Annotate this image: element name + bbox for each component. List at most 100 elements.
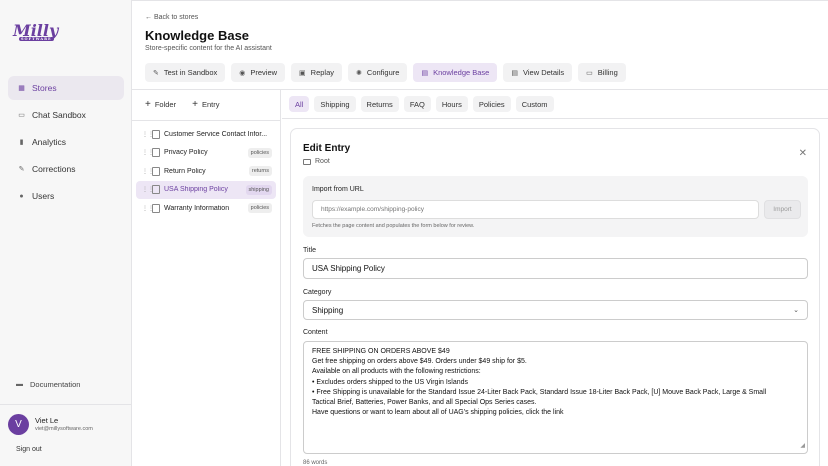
content-line: Available on all products with the follo… [312,368,481,376]
title-input[interactable]: USA Shipping Policy [303,258,808,279]
filter-shipping[interactable]: Shipping [314,96,356,112]
avatar[interactable]: V [8,414,29,435]
import-help-text: Fetches the page content and populates t… [312,223,475,229]
list-item[interactable]: ⋮⋮ Warranty Information policies [136,199,276,218]
button-label: Entry [201,100,220,109]
folder-icon [303,158,311,165]
filter-custom[interactable]: Custom [515,96,554,112]
sidebar-item-label: Corrections [32,164,76,174]
import-button[interactable]: Import [764,200,801,219]
category-badge: policies [247,203,272,214]
divider [282,118,828,119]
entry-title: Privacy Policy [164,149,208,157]
sidebar-item-stores[interactable]: ▦ Stores [8,76,124,100]
import-url-input[interactable] [312,200,759,219]
pencil-icon: ✎ [153,69,159,77]
documentation-link[interactable]: ▬ Documentation [16,380,80,389]
document-icon [152,166,160,176]
category-value: Shipping [312,305,344,315]
filter-returns[interactable]: Returns [360,96,399,112]
category-label: Category [303,289,332,296]
entry-title: USA Shipping Policy [164,186,228,194]
sidebar-item-analytics[interactable]: ▮ Analytics [8,130,124,154]
drag-handle-icon[interactable]: ⋮⋮ [142,149,154,156]
list-item[interactable]: ⋮⋮ USA Shipping Policy shipping [136,180,276,199]
add-folder-button[interactable]: + Folder [145,99,176,110]
chevron-down-icon: ⌄ [793,307,799,314]
configure-button[interactable]: ✺ Configure [348,63,408,82]
button-label: View Details [522,68,565,77]
document-icon [152,148,160,158]
content-line: Get free shipping on orders above $49. O… [312,358,527,366]
users-icon: ● [19,192,24,200]
sidebar-item-users[interactable]: ● Users [8,184,124,208]
document-icon [152,185,160,195]
knowledge-base-button[interactable]: ▤ Knowledge Base [413,63,498,82]
close-icon[interactable]: ✕ [799,148,807,159]
filter-hours[interactable]: Hours [435,96,468,112]
book-icon: ▤ [421,69,429,77]
user-name: Viet Le [35,416,59,425]
chat-icon: ▭ [18,112,25,119]
tree-actions: + Folder + Entry [145,99,219,110]
billing-button[interactable]: ▭ Billing [578,63,626,82]
category-filters: All Shipping Returns FAQ Hours Policies … [289,96,554,112]
back-to-stores-link[interactable]: ← Back to stores [145,14,198,21]
list-item[interactable]: ⋮⋮ Customer Service Contact Infor... [136,125,276,144]
gear-icon: ✺ [356,69,362,77]
drag-handle-icon[interactable]: ⋮⋮ [142,131,154,138]
sidebar-item-label: Analytics [32,137,67,147]
category-select[interactable]: Shipping ⌄ [303,300,808,320]
list-item[interactable]: ⋮⋮ Privacy Policy policies [136,144,276,163]
button-label: Knowledge Base [433,68,490,77]
entry-title: Return Policy [164,167,206,175]
page-title: Knowledge Base [145,28,250,43]
view-details-button[interactable]: ▤ View Details [503,63,573,82]
filter-policies[interactable]: Policies [472,96,511,112]
breadcrumb: Root [303,158,330,165]
drag-handle-icon[interactable]: ⋮⋮ [142,186,154,193]
store-icon: ▦ [18,85,25,92]
import-label: Import from URL [312,186,364,193]
milly-logo[interactable]: Milly SOFTWARE [13,21,58,41]
user-panel: V Viet Le viet@millysoftware.com Sign ou… [0,404,131,466]
import-from-url-panel: Import from URL Import Fetches the page … [303,176,808,237]
sidebar-item-chat-sandbox[interactable]: ▭ Chat Sandbox [8,103,124,127]
content-line: • Excludes orders shipped to the US Virg… [312,378,469,386]
page-subtitle: Store-specific content for the AI assist… [145,45,272,52]
button-label: Configure [366,68,400,77]
content-textarea[interactable]: FREE SHIPPING ON ORDERS ABOVE $49 Get fr… [303,341,808,454]
category-badge: returns [248,166,272,177]
sidebar-item-corrections[interactable]: ✎ Corrections [8,157,124,181]
store-toolbar: ✎ Test in Sandbox ◉ Preview ▣ Replay ✺ Confi… [145,63,626,82]
sign-out-link[interactable]: Sign out [16,446,42,453]
content-line: FREE SHIPPING ON ORDERS ABOVE $49 [312,348,450,355]
document-icon [152,203,160,213]
user-email: viet@millysoftware.com [35,426,93,432]
list-item[interactable]: ⋮⋮ Return Policy returns [136,162,276,181]
content-line: Tactical Brief, Batteries, Power Banks, … [312,399,537,407]
filter-all[interactable]: All [289,96,310,112]
content-line: Have questions or want to learn about al… [312,409,564,417]
replay-button[interactable]: ▣ Replay [291,63,343,82]
title-label: Title [303,247,316,254]
card-icon: ▭ [586,69,593,77]
plus-icon: + [192,99,198,110]
drag-handle-icon[interactable]: ⋮⋮ [142,205,154,212]
word-count: 86 words [303,460,328,466]
entry-title: Customer Service Contact Infor... [164,130,268,138]
add-entry-button[interactable]: + Entry [192,99,219,110]
content-label: Content [303,329,328,336]
button-label: Billing [597,68,618,77]
book-icon: ▬ [16,381,23,388]
preview-button[interactable]: ◉ Preview [231,63,286,82]
category-badge: shipping [245,184,272,195]
sidebar-item-label: Stores [32,83,57,93]
test-in-sandbox-button[interactable]: ✎ Test in Sandbox [145,63,226,82]
drag-handle-icon[interactable]: ⋮⋮ [142,168,154,175]
eye-icon: ◉ [239,69,246,77]
button-label: Replay [310,68,335,77]
filter-faq[interactable]: FAQ [403,96,431,112]
resize-handle-icon[interactable]: ◢ [800,441,805,451]
analytics-icon: ▮ [19,139,24,146]
